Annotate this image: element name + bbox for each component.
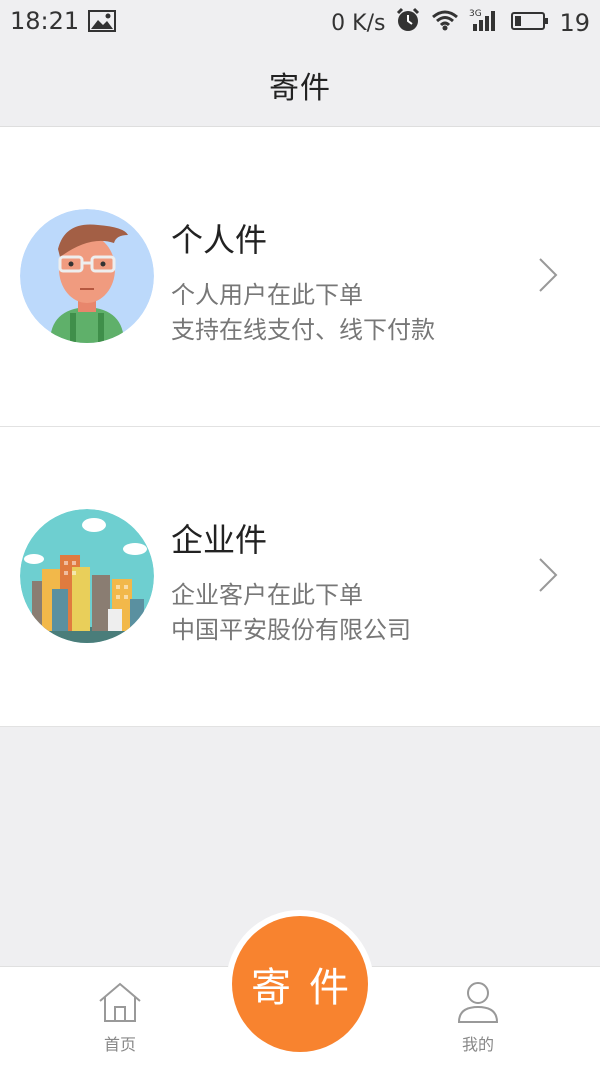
option-description: 个人用户在此下单 — [171, 281, 363, 309]
option-personal[interactable]: 个人件 个人用户在此下单 支持在线支付、线下付款 — [0, 127, 600, 427]
option-description: 中国平安股份有限公司 — [171, 616, 411, 644]
tab-mine-label: 我的 — [461, 1035, 494, 1054]
signal-3g-icon: 3G — [469, 8, 501, 38]
user-icon — [455, 982, 501, 1027]
status-bar: 18:21 0 K/s 3G 19 — [0, 0, 600, 44]
option-title: 企业件 — [171, 521, 268, 559]
battery-icon — [511, 9, 549, 37]
status-time: 18:21 — [10, 7, 80, 35]
tab-mine[interactable]: 我的 — [438, 981, 518, 1055]
wifi-icon — [431, 9, 459, 37]
battery-level: 19 — [559, 9, 590, 37]
status-icons: 0 K/s 3G 19 — [331, 7, 590, 39]
option-title: 个人件 — [171, 221, 268, 259]
tab-home-label: 首页 — [103, 1035, 136, 1054]
svg-text:3G: 3G — [469, 9, 482, 19]
person-avatar-icon — [20, 209, 154, 343]
chevron-right-icon — [538, 557, 558, 597]
city-buildings-icon — [20, 509, 154, 643]
option-business[interactable]: 企业件 企业客户在此下单 中国平安股份有限公司 — [0, 427, 600, 727]
option-description: 支持在线支付、线下付款 — [171, 316, 435, 344]
chevron-right-icon — [538, 257, 558, 297]
title-bar: 寄件 — [0, 44, 600, 127]
alarm-icon — [395, 7, 421, 39]
image-icon — [88, 10, 116, 38]
net-speed: 0 K/s — [331, 10, 386, 36]
page-title: 寄件 — [269, 71, 331, 106]
home-icon — [97, 982, 143, 1027]
send-button[interactable]: 寄件 — [232, 916, 368, 1052]
tab-home[interactable]: 首页 — [80, 981, 160, 1055]
option-description: 企业客户在此下单 — [171, 581, 363, 609]
